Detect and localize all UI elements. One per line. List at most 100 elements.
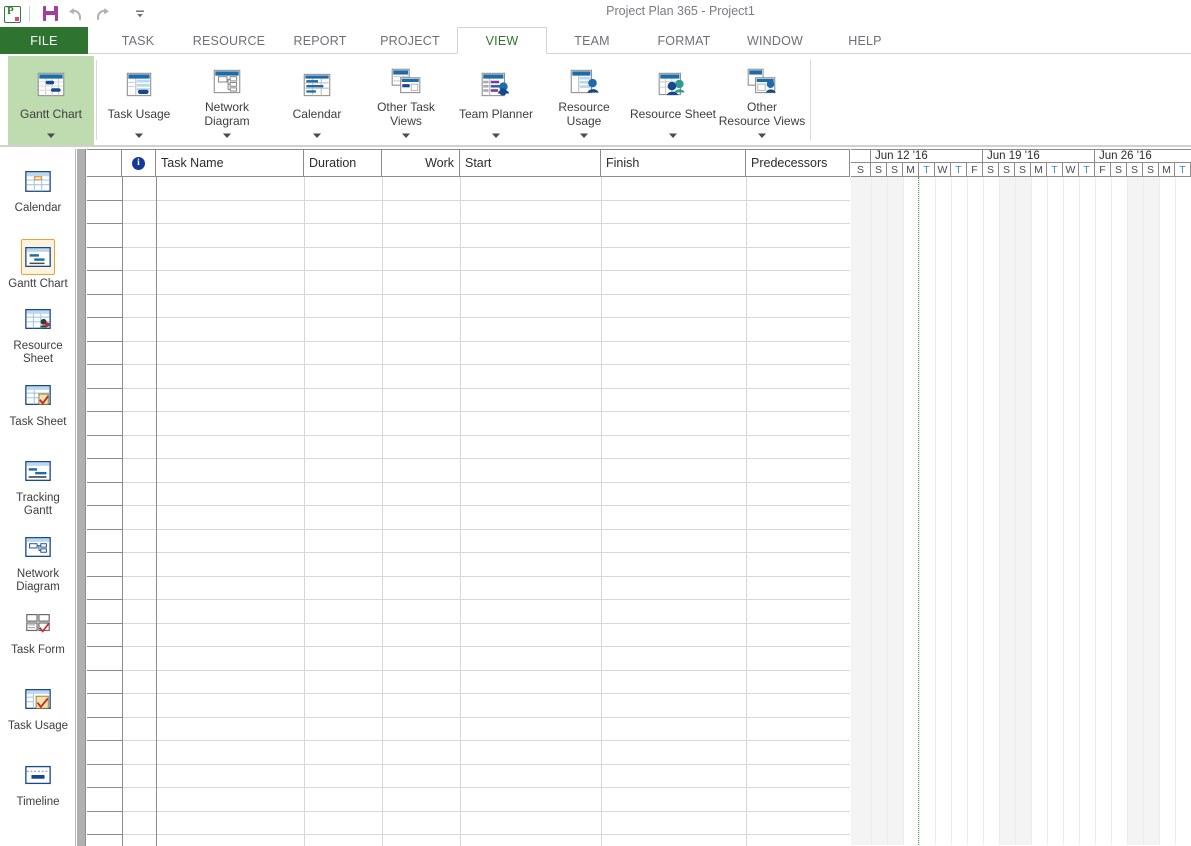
viewbar-resource-sheet[interactable]: Resource Sheet bbox=[0, 301, 75, 366]
ribbon-other-task-views[interactable]: Other Task Views bbox=[366, 56, 446, 145]
viewbar-network-diagram[interactable]: Network Diagram bbox=[0, 529, 75, 594]
cell-divider bbox=[460, 788, 461, 812]
ribbon-task-usage[interactable]: Task Usage bbox=[100, 56, 178, 145]
task-table[interactable]: i Task Name Duration Work Start Finish Predece… bbox=[87, 149, 850, 846]
table-row[interactable] bbox=[87, 764, 850, 788]
table-row[interactable] bbox=[87, 435, 850, 459]
ribbon-tab-strip: FILE TASK RESOURCE REPORT PROJECT VIEW TEAM FOR… bbox=[0, 27, 1191, 54]
ribbon-item-dropdown[interactable] bbox=[401, 128, 411, 142]
table-row[interactable] bbox=[87, 623, 850, 647]
title-bar: Project Plan 365 - Project1 bbox=[0, 0, 1191, 27]
cell-divider bbox=[460, 811, 461, 835]
viewbar-task-usage[interactable]: Task Usage bbox=[0, 681, 75, 733]
gantt-week-label: Jun 19 '16 bbox=[987, 150, 1040, 162]
column-id[interactable] bbox=[87, 150, 122, 176]
cell-divider bbox=[382, 576, 383, 600]
pane-splitter[interactable] bbox=[77, 149, 86, 846]
table-row[interactable] bbox=[87, 670, 850, 694]
table-row[interactable] bbox=[87, 341, 850, 365]
table-row[interactable] bbox=[87, 294, 850, 318]
viewbar-timeline[interactable]: Timeline bbox=[0, 757, 75, 809]
table-row[interactable] bbox=[87, 459, 850, 483]
table-row[interactable] bbox=[87, 177, 850, 201]
ribbon-item-dropdown[interactable] bbox=[222, 128, 232, 142]
table-row[interactable] bbox=[87, 835, 850, 846]
tab-file[interactable]: FILE bbox=[0, 27, 88, 54]
gantt-gridline bbox=[1015, 177, 1016, 845]
gantt-chart-icon-wrap bbox=[21, 239, 55, 275]
table-row[interactable] bbox=[87, 271, 850, 295]
gantt-gridline bbox=[903, 177, 904, 845]
column-indicator[interactable]: i bbox=[122, 150, 156, 176]
chevron-down-icon bbox=[313, 133, 321, 138]
viewbar-gantt-chart[interactable]: Gantt Chart bbox=[0, 239, 75, 291]
ribbon-calendar[interactable]: Calendar bbox=[278, 56, 356, 145]
cell-divider bbox=[156, 365, 157, 389]
cell-divider bbox=[122, 247, 123, 271]
tab-format[interactable]: FORMAT bbox=[642, 27, 726, 54]
cell-divider bbox=[304, 341, 305, 365]
table-row[interactable] bbox=[87, 576, 850, 600]
ribbon-team-planner[interactable]: Team Planner bbox=[454, 56, 538, 145]
table-row[interactable] bbox=[87, 741, 850, 765]
table-row[interactable] bbox=[87, 717, 850, 741]
table-row[interactable] bbox=[87, 365, 850, 389]
ribbon-item-dropdown[interactable] bbox=[46, 128, 56, 142]
ribbon-network-diagram[interactable]: Network Diagram bbox=[188, 56, 266, 145]
gantt-chart-pane[interactable]: Jun 12 '16 Jun 19 '16 Jun 26 '16 S S S M T W T F S S… bbox=[851, 149, 1191, 846]
cell-divider bbox=[382, 200, 383, 224]
table-row[interactable] bbox=[87, 247, 850, 271]
cell-divider bbox=[304, 764, 305, 788]
ribbon-item-label: Network Diagram bbox=[204, 100, 250, 128]
tab-team[interactable]: TEAM bbox=[553, 27, 631, 54]
table-row[interactable] bbox=[87, 647, 850, 671]
ribbon-item-dropdown[interactable] bbox=[757, 128, 767, 142]
table-row[interactable] bbox=[87, 506, 850, 530]
ribbon-item-dropdown[interactable] bbox=[491, 128, 501, 142]
tab-resource[interactable]: RESOURCE bbox=[180, 27, 278, 54]
tab-window[interactable]: WINDOW bbox=[731, 27, 819, 54]
viewbar-task-sheet[interactable]: Task Sheet bbox=[0, 377, 75, 429]
ribbon-item-dropdown[interactable] bbox=[312, 128, 322, 142]
column-finish[interactable]: Finish bbox=[601, 150, 746, 176]
network-diagram-icon bbox=[213, 69, 241, 93]
ribbon-item-dropdown[interactable] bbox=[134, 128, 144, 142]
table-row[interactable] bbox=[87, 318, 850, 342]
gantt-gridline bbox=[1095, 177, 1096, 845]
table-row[interactable] bbox=[87, 200, 850, 224]
ribbon-other-resource-views[interactable]: Other Resource Views bbox=[714, 56, 810, 145]
cell-divider bbox=[156, 200, 157, 224]
column-start[interactable]: Start bbox=[460, 150, 601, 176]
task-table-body[interactable] bbox=[87, 177, 850, 846]
ribbon-gantt-chart[interactable]: Gantt Chart bbox=[8, 56, 94, 145]
table-row[interactable] bbox=[87, 412, 850, 436]
tab-task[interactable]: TASK bbox=[96, 27, 180, 54]
tab-help[interactable]: HELP bbox=[831, 27, 899, 54]
column-work[interactable]: Work bbox=[382, 150, 460, 176]
viewbar-tracking-gantt[interactable]: Tracking Gantt bbox=[0, 453, 75, 518]
cell-divider bbox=[746, 341, 747, 365]
table-row[interactable] bbox=[87, 529, 850, 553]
tab-project[interactable]: PROJECT bbox=[364, 27, 456, 54]
tab-view[interactable]: VIEW bbox=[457, 27, 547, 54]
ribbon-item-dropdown[interactable] bbox=[668, 128, 678, 142]
gantt-chart-body[interactable] bbox=[851, 177, 1191, 845]
column-predecessors[interactable]: Predecessors bbox=[746, 150, 850, 176]
column-duration[interactable]: Duration bbox=[304, 150, 382, 176]
ribbon-item-dropdown[interactable] bbox=[579, 128, 589, 142]
tab-label: REPORT bbox=[293, 33, 347, 48]
table-row[interactable] bbox=[87, 482, 850, 506]
table-row[interactable] bbox=[87, 388, 850, 412]
table-row[interactable] bbox=[87, 553, 850, 577]
viewbar-calendar[interactable]: Calendar bbox=[0, 163, 75, 215]
ribbon-resource-usage[interactable]: Resource Usage bbox=[546, 56, 622, 145]
table-row[interactable] bbox=[87, 224, 850, 248]
tab-report[interactable]: REPORT bbox=[278, 27, 362, 54]
column-task-name[interactable]: Task Name bbox=[156, 150, 304, 176]
table-row[interactable] bbox=[87, 694, 850, 718]
ribbon-resource-sheet[interactable]: Resource Sheet bbox=[626, 56, 720, 145]
viewbar-task-form[interactable]: Task Form bbox=[0, 605, 75, 657]
table-row[interactable] bbox=[87, 600, 850, 624]
table-row[interactable] bbox=[87, 788, 850, 812]
table-row[interactable] bbox=[87, 811, 850, 835]
